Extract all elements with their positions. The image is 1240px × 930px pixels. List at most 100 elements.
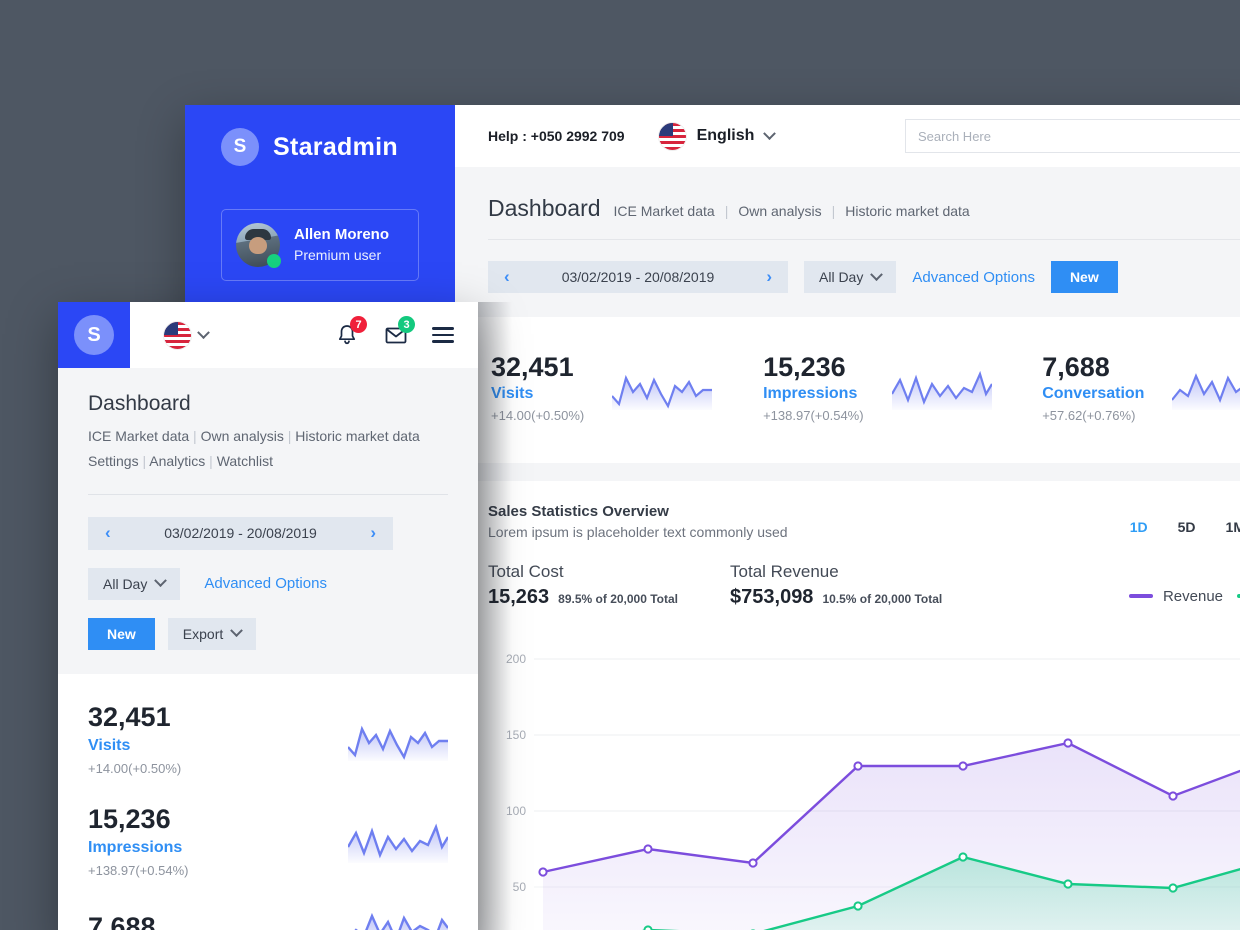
user-name: Allen Moreno [294, 226, 390, 244]
ytick-50: 50 [513, 880, 527, 894]
brand[interactable]: S Staradmin [185, 105, 455, 171]
top-navbar: Help : +050 2992 709 English Search Here [455, 105, 1240, 167]
mobile-stats-card: 32,451 Visits +14.00(+0.50%) 15,236 Impr… [58, 673, 478, 930]
date-prev-icon[interactable]: ‹ [504, 267, 510, 287]
breadcrumb-item-own-analysis[interactable]: Own analysis [201, 428, 284, 444]
line-chart-svg: 200 150 100 50 [506, 652, 1240, 930]
mobile-all-day-dropdown[interactable]: All Day [88, 567, 181, 600]
mobile-export-dropdown[interactable]: Export [167, 617, 257, 650]
legend-swatch-revenue [1128, 594, 1153, 599]
sales-statistics-card: Sales Statistics Overview Lorem ipsum is… [455, 480, 1240, 930]
date-prev-icon[interactable]: ‹ [105, 523, 111, 543]
breadcrumb-item-historic-market-data[interactable]: Historic market data [845, 203, 969, 219]
us-flag-icon [164, 321, 191, 349]
stat-label: Impressions [88, 838, 183, 856]
mobile-action-row: New Export [88, 617, 448, 650]
mobile-stat-visits: 32,451 Visits +14.00(+0.50%) [88, 674, 448, 776]
tab-1m[interactable]: 1M [1226, 519, 1240, 535]
chevron-down-icon [154, 574, 168, 588]
mobile-date-range-picker[interactable]: ‹ 03/02/2019 - 20/08/2019 › [88, 516, 393, 550]
stat-value: 7,688 [1042, 352, 1110, 382]
notifications-button[interactable]: 7 [336, 316, 367, 347]
totals-row: Total Cost 15,263 89.5% of 20,000 Total … [488, 562, 1240, 609]
breadcrumb-item-ice-market-data[interactable]: ICE Market data [614, 203, 715, 219]
stat-value: 7,688 [88, 912, 156, 930]
date-range-value: 03/02/2019 - 20/08/2019 [561, 269, 715, 285]
stat-value: 15,236 [763, 352, 846, 382]
desktop-content: Help : +050 2992 709 English Search Here… [455, 105, 1240, 930]
stat-visits: 32,451 Visits +14.00(+0.50%) [491, 352, 713, 423]
mobile-new-button[interactable]: New [88, 617, 155, 650]
breadcrumb: ICE Market data | Own analysis | Histori… [614, 203, 970, 219]
language-selector[interactable]: English [658, 122, 777, 150]
mobile-topbar: S 7 3 [58, 302, 478, 368]
mobile-brand-box[interactable]: S [58, 302, 130, 368]
breadcrumb-separator: | [209, 452, 213, 469]
breadcrumb-separator: | [287, 428, 292, 444]
ytick-200: 200 [506, 652, 526, 666]
us-flag-icon [658, 122, 686, 150]
chart-title: Sales Statistics Overview [488, 502, 669, 520]
tab-1d[interactable]: 1D [1130, 519, 1148, 535]
chart-subtitle: Lorem ipsum is placeholder text commonly… [488, 523, 788, 540]
stat-delta: +138.97(+0.54%) [88, 862, 189, 878]
breadcrumb-separator: | [142, 452, 147, 469]
stat-value: 32,451 [88, 701, 171, 732]
all-day-dropdown[interactable]: All Day [804, 261, 897, 293]
stat-value: 32,451 [491, 352, 574, 382]
stat-label: Visits [491, 384, 534, 402]
chevron-down-icon [197, 325, 210, 339]
breadcrumb-item-own-analysis[interactable]: Own analysis [738, 203, 821, 219]
stat-impressions: 15,236 Impressions +138.97(+0.54%) [763, 352, 992, 423]
stat-delta: +57.62(+0.76%) [1042, 407, 1136, 423]
stats-row: 32,451 Visits +14.00(+0.50%) 15,236 Impr… [455, 317, 1240, 463]
total-cost-value: 15,263 [488, 585, 550, 608]
help-phone: Help : +050 2992 709 [488, 128, 625, 144]
total-cost-label: Total Cost [488, 561, 564, 581]
breadcrumb-item-ice-market-data[interactable]: ICE Market data [88, 428, 189, 444]
ytick-100: 100 [506, 804, 526, 818]
breadcrumb-item-watchlist[interactable]: Watchlist [217, 453, 273, 469]
total-revenue-label: Total Revenue [730, 561, 839, 581]
sparkline-impressions-icon [348, 823, 448, 863]
tab-5d[interactable]: 5D [1178, 519, 1196, 535]
online-status-indicator [267, 254, 281, 268]
stat-label: Conversation [1042, 384, 1145, 402]
avatar [236, 223, 281, 268]
date-range-value: 03/02/2019 - 20/08/2019 [164, 525, 317, 542]
date-next-icon[interactable]: › [766, 267, 772, 287]
breadcrumb-item-analytics[interactable]: Analytics [149, 453, 205, 469]
new-button[interactable]: New [1050, 261, 1118, 293]
stat-delta: +138.97(+0.54%) [763, 407, 864, 423]
total-revenue-value: $753,098 [730, 585, 814, 608]
mobile-stat-conversation: 7,688 [88, 878, 448, 930]
stat-label: Impressions [763, 384, 858, 402]
mobile-filter-row: All Day Advanced Options [88, 567, 448, 600]
mobile-stat-impressions: 15,236 Impressions +138.97(+0.54%) [88, 776, 448, 878]
notifications-badge: 7 [350, 316, 367, 333]
chevron-down-icon [870, 267, 884, 281]
mobile-language-selector[interactable] [164, 321, 210, 349]
hamburger-menu-icon[interactable] [432, 327, 454, 343]
brand-logo-icon: S [74, 315, 114, 355]
breadcrumb-item-historic-market-data[interactable]: Historic market data [295, 428, 419, 444]
date-range-picker[interactable]: ‹ 03/02/2019 - 20/08/2019 › [488, 261, 788, 293]
ytick-150: 150 [506, 728, 526, 742]
breadcrumb-item-settings[interactable]: Settings [88, 453, 139, 469]
messages-button[interactable]: 3 [384, 316, 415, 347]
advanced-options-link[interactable]: Advanced Options [912, 269, 1035, 286]
sparkline-conversation-icon [354, 912, 448, 930]
sidebar-user-card[interactable]: Allen Moreno Premium user [221, 209, 419, 281]
all-day-label: All Day [819, 269, 864, 285]
time-range-tabs: 1D 5D 1M [1130, 503, 1240, 535]
total-cost-block: Total Cost 15,263 89.5% of 20,000 Total [488, 562, 678, 609]
mobile-breadcrumb: ICE Market data | Own analysis | Histori… [88, 424, 448, 474]
screen: S Staradmin Allen Moreno Premium user Ma… [0, 0, 1240, 930]
stat-delta: +14.00(+0.50%) [491, 407, 585, 423]
date-next-icon[interactable]: › [370, 523, 376, 543]
mobile-page-title: Dashboard [88, 392, 191, 415]
mobile-advanced-options-link[interactable]: Advanced Options [204, 575, 327, 592]
search-input[interactable]: Search Here [905, 119, 1240, 153]
breadcrumb-separator: | [831, 203, 836, 219]
messages-badge: 3 [398, 316, 415, 333]
